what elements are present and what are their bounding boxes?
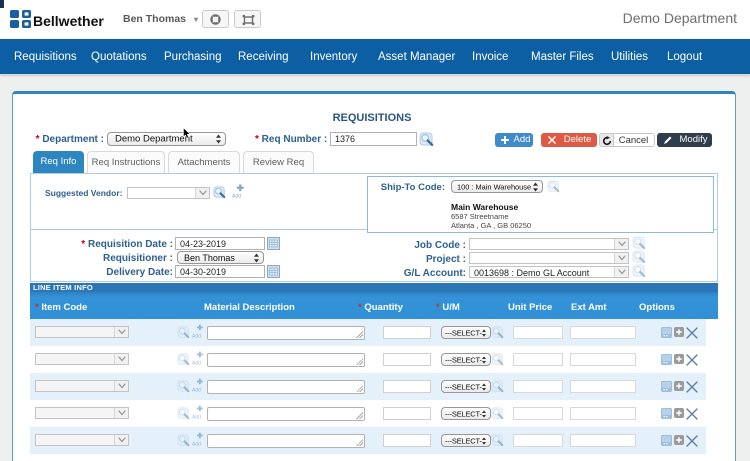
svg-text:Add: Add	[192, 442, 201, 448]
svg-text:Add: Add	[192, 415, 201, 421]
svg-text:Add: Add	[192, 361, 201, 367]
svg-text:Add: Add	[192, 388, 201, 394]
svg-text:Add: Add	[232, 194, 241, 200]
svg-text:Add: Add	[192, 334, 201, 340]
